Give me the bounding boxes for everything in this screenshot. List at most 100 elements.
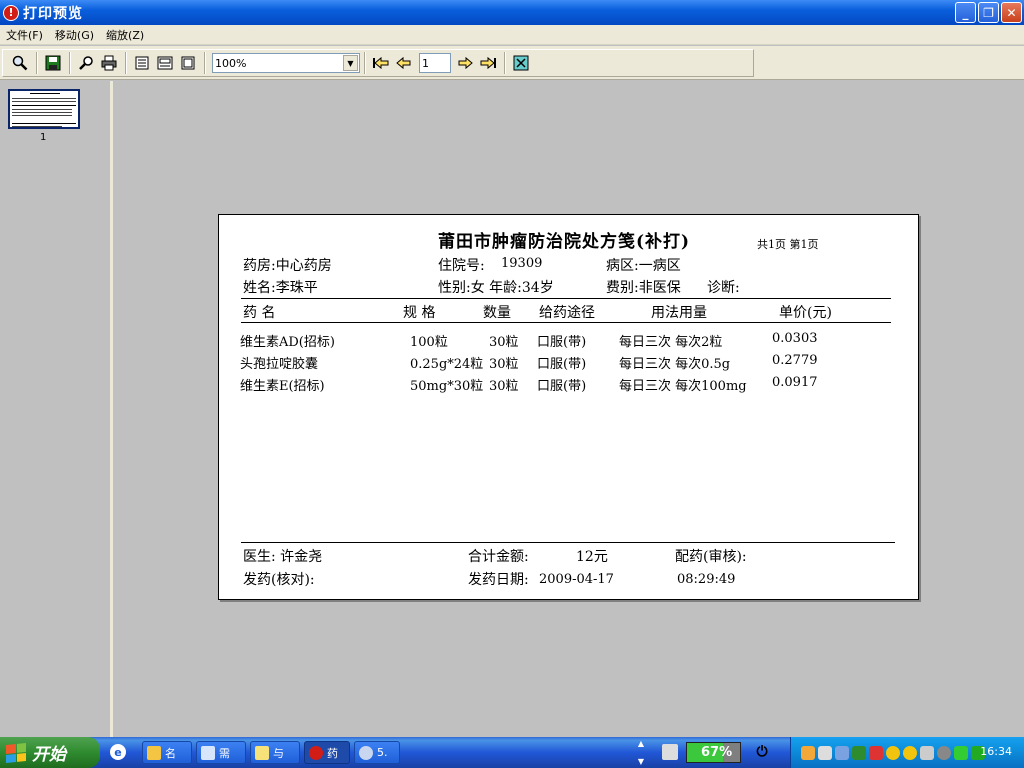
tray-icon[interactable] (818, 745, 832, 760)
tray-icon[interactable] (869, 745, 883, 760)
fee-type: 费别:非医保 (606, 280, 681, 296)
next-page-icon[interactable] (454, 52, 476, 74)
taskbar-item-folder[interactable]: 名 (142, 741, 192, 764)
pharmacy-label: 药房:中心药房 (243, 258, 332, 274)
taskbar-item-print-preview[interactable]: 药 (304, 741, 350, 764)
patient-name: 姓名:李珠平 (243, 280, 318, 296)
prescription-page: 莆田市肿瘤防治院处方笺(补打) 共1页 第1页 药房:中心药房 住院号: 193… (218, 214, 919, 600)
tray-icon[interactable] (801, 745, 815, 760)
page-info: 共1页 第1页 (757, 238, 819, 251)
menu-move[interactable]: 移动(G) (49, 27, 100, 43)
taskbar-item-app[interactable]: 需 (196, 741, 246, 764)
toolbar-separator (204, 52, 206, 74)
windows-logo-icon (6, 742, 26, 763)
last-page-icon[interactable] (477, 52, 499, 74)
table-cell: 维生素E(招标) (240, 379, 325, 394)
footer-divider (241, 542, 895, 543)
clock: 16:34 (980, 745, 1012, 758)
volume-icon[interactable] (920, 745, 934, 760)
table-cell: 50mg*30粒 (410, 379, 484, 394)
table-cell: 30粒 (489, 357, 519, 372)
table-cell: 每日三次 每次100mg (619, 379, 747, 394)
title-bar: ! 打印预览 _ ❐ ✕ (0, 0, 1024, 25)
total-label: 合计金额: (468, 549, 529, 565)
thumbnail-panel: 1 (0, 81, 113, 737)
qq-icon[interactable] (886, 745, 900, 760)
header-divider-top (241, 298, 891, 299)
find-icon[interactable] (75, 52, 97, 74)
keyboard-icon[interactable] (662, 744, 678, 760)
toolbar: 100% ▼ 1 (0, 46, 1024, 80)
dispense-check-label: 配药(审核): (675, 549, 747, 565)
table-cell: 0.2779 (772, 353, 818, 368)
two-page-icon[interactable] (154, 52, 176, 74)
notepad-icon (255, 745, 269, 760)
taskbar-item-notes[interactable]: 与 (250, 741, 300, 764)
toolbar-separator (69, 52, 71, 74)
taskbar-scroll[interactable]: ▲ ▼ (634, 739, 648, 766)
gender-age: 性别:女 年龄:34岁 (438, 280, 554, 296)
toolbar-separator (125, 52, 127, 74)
table-cell: 口服(带) (537, 357, 587, 372)
ie-icon[interactable]: e (110, 744, 126, 760)
doctor-label: 医生: 许金尧 (243, 549, 323, 565)
tray-icon[interactable] (937, 745, 951, 760)
table-cell: 30粒 (489, 379, 519, 394)
chevron-down-icon[interactable]: ▼ (343, 55, 358, 71)
inpatient-no-value: 19309 (501, 256, 543, 271)
app-icon (309, 745, 323, 760)
start-button[interactable]: 开始 (0, 737, 100, 768)
close-button[interactable]: ✕ (1001, 2, 1022, 23)
table-cell: 0.0303 (772, 331, 818, 346)
page-number-input[interactable]: 1 (419, 53, 451, 73)
start-label: 开始 (32, 745, 66, 765)
col-route: 给药途径 (539, 305, 595, 321)
tray-icon[interactable] (852, 745, 866, 760)
menu-zoom[interactable]: 缩放(Z) (100, 27, 150, 43)
app-icon: ! (3, 4, 19, 21)
multi-page-icon[interactable] (177, 52, 199, 74)
exit-icon[interactable] (510, 52, 532, 74)
qq-icon[interactable] (903, 745, 917, 760)
window-icon (201, 745, 215, 760)
zoom-icon[interactable] (9, 52, 31, 74)
minimize-button[interactable]: _ (955, 2, 976, 23)
menu-file[interactable]: 文件(F) (0, 27, 49, 43)
save-icon[interactable] (42, 52, 64, 74)
table-cell: 30粒 (489, 335, 519, 350)
prev-page-icon[interactable] (393, 52, 415, 74)
restore-button[interactable]: ❐ (978, 2, 999, 23)
tray-icon[interactable] (954, 745, 968, 760)
globe-icon (359, 745, 373, 760)
col-price: 单价(元) (779, 305, 832, 321)
power-plug-icon[interactable]: ⏻ (754, 744, 770, 760)
print-icon[interactable] (98, 52, 120, 74)
table-cell: 每日三次 每次2粒 (619, 335, 723, 350)
zoom-select[interactable]: 100% ▼ (212, 53, 360, 73)
table-cell: 100粒 (410, 335, 448, 350)
folder-icon (147, 745, 161, 760)
battery-label: 67% (701, 745, 733, 760)
table-cell: 口服(带) (537, 335, 587, 350)
col-quantity: 数量 (483, 305, 511, 321)
dispense-time-value: 08:29:49 (677, 572, 736, 587)
page-thumbnail[interactable] (8, 89, 80, 129)
table-cell: 每日三次 每次0.5g (619, 357, 731, 372)
taskbar: 开始 e 名 需 与 药 5. ▲ ▼ 67% ⏻ 16:34 (0, 737, 1024, 768)
table-cell: 0.0917 (772, 375, 818, 390)
tray-icon[interactable] (835, 745, 849, 760)
table-cell: 0.25g*24粒 (410, 357, 484, 372)
dispense-date-label: 发药日期: (468, 572, 529, 588)
thumbnail-page-label: 1 (40, 132, 47, 143)
toolbar-separator (364, 52, 366, 74)
first-page-icon[interactable] (370, 52, 392, 74)
total-value: 12元 (576, 549, 608, 565)
document-title: 莆田市肿瘤防治院处方笺(补打) (438, 232, 691, 252)
battery-meter: 67% (686, 742, 741, 763)
taskbar-item-other[interactable]: 5. (354, 741, 400, 764)
one-page-icon[interactable] (131, 52, 153, 74)
toolbar-separator (36, 52, 38, 74)
toolbar-separator (504, 52, 506, 74)
window-title: 打印预览 (23, 5, 83, 22)
dispense-date-value: 2009-04-17 (539, 572, 614, 587)
